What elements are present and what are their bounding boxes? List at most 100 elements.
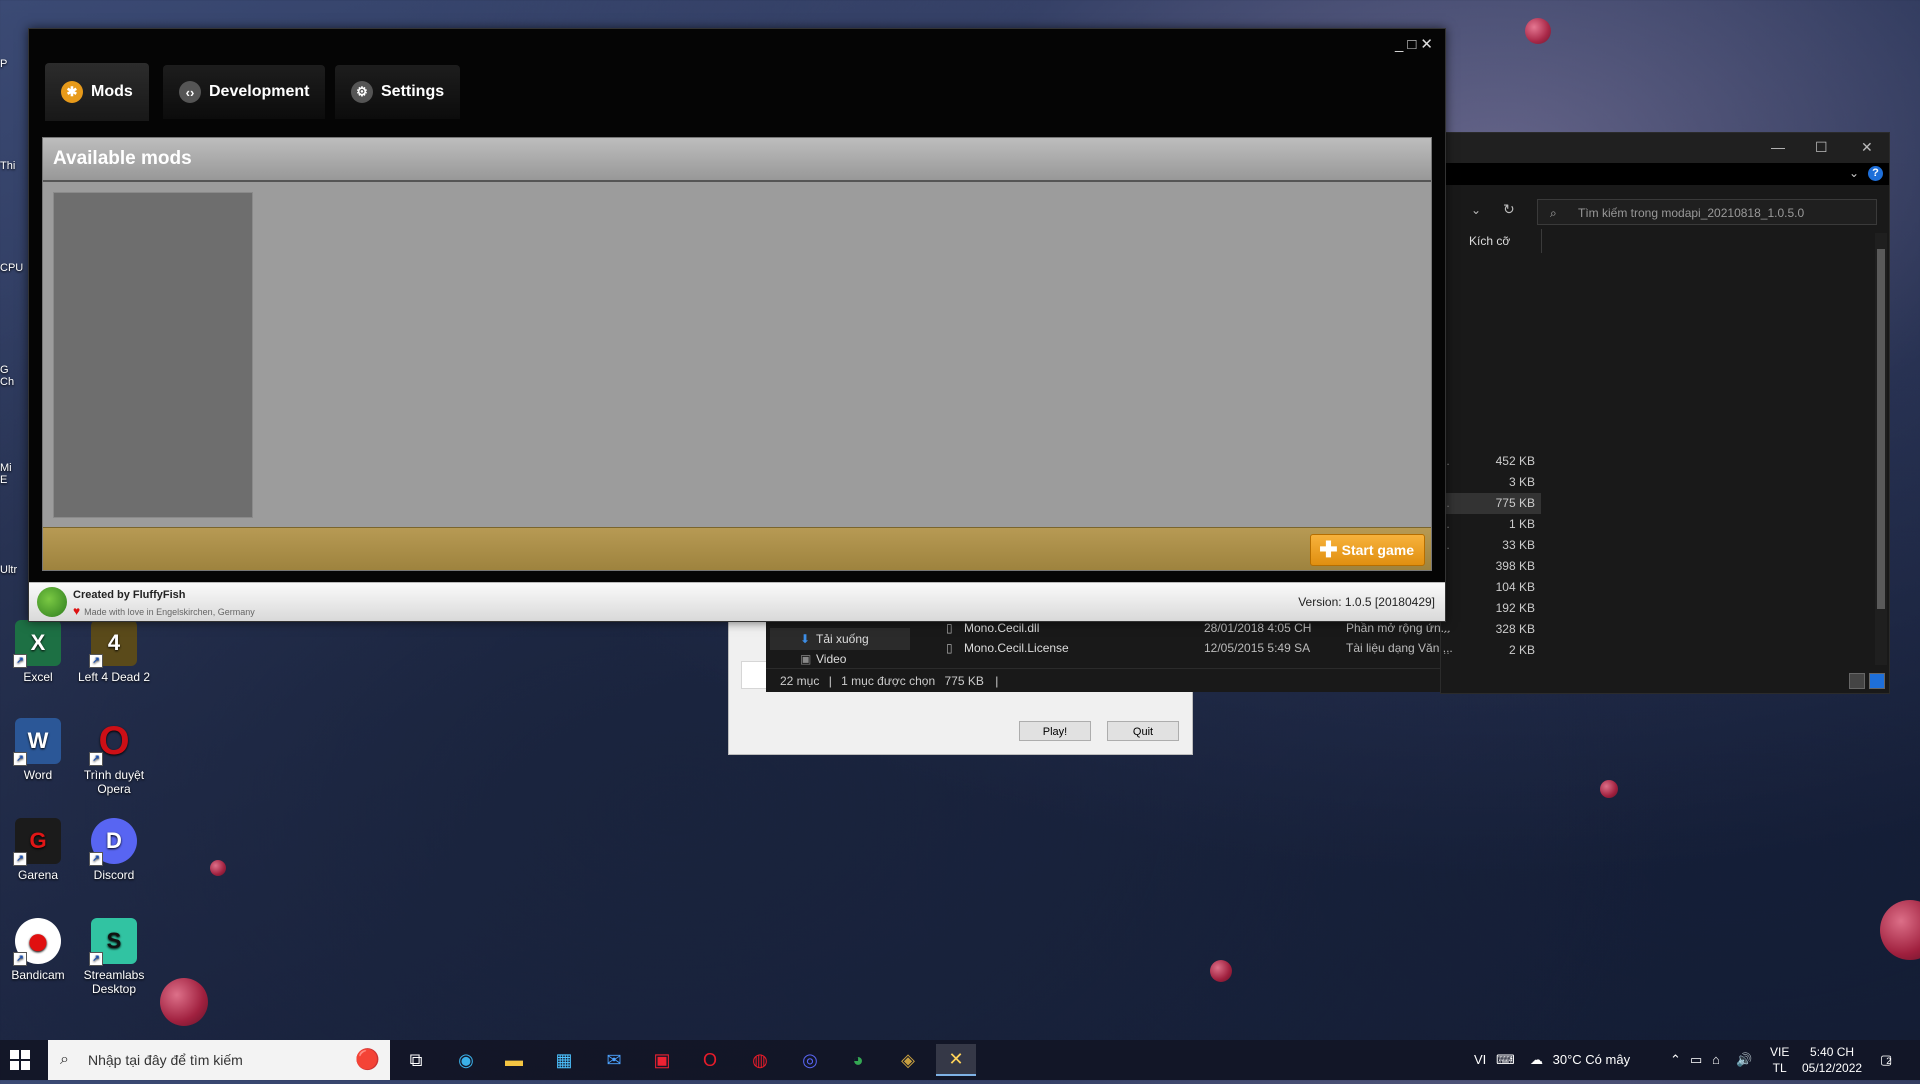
explorer-status-text: 22 mục | 1 mục được chọn 775 KB | — [766, 668, 1440, 692]
desktop-icon-label: Bandicam — [11, 968, 65, 982]
clock[interactable]: 5:40 CH 05/12/2022 — [1802, 1044, 1862, 1084]
desktop-icon-left4dead2[interactable]: 4 ↗ Left 4 Dead 2 — [76, 620, 152, 684]
desktop-icon-discord[interactable]: D ↗ Discord — [76, 818, 152, 882]
available-mods-panel: Available mods ✚ Start game — [42, 137, 1432, 571]
bg-bubble — [210, 860, 226, 876]
quit-button[interactable]: Quit — [1107, 721, 1179, 741]
refresh-icon[interactable]: ↻ — [1503, 201, 1515, 218]
code-icon: ‹› — [179, 81, 201, 103]
file-explorer-window: — ☐ ✕ ⌄ ? ⌄ ↻ ⌕ Tìm kiếm trong modapi_20… — [1440, 132, 1890, 694]
file-size[interactable]: .. 452 KB — [1441, 451, 1541, 472]
task-view-icon[interactable]: ⧉ — [396, 1044, 436, 1076]
desktop-icon-label: Discord — [93, 868, 135, 882]
notification-center-icon[interactable]: ▢2 — [1880, 1040, 1892, 1080]
mods-icon: ✱ — [61, 81, 83, 103]
network-icon[interactable]: ▭ — [1690, 1040, 1702, 1080]
created-by-text: Created by FluffyFish — [73, 589, 186, 601]
version-text: Version: 1.0.5 [20180429] — [1298, 595, 1435, 609]
edge-icon[interactable]: ◉ — [446, 1044, 486, 1076]
bg-bubble — [1525, 18, 1551, 44]
explorer-status-bar — [1441, 669, 1889, 693]
file-size-selected[interactable]: .. 775 KB — [1441, 493, 1541, 514]
desktop-icon-label: Word — [23, 768, 53, 782]
plus-icon: ✚ — [1319, 537, 1338, 562]
explorer-titlebar: — ☐ ✕ — [1441, 133, 1889, 163]
desktop-cut-label: CPU — [0, 262, 24, 274]
streamlabs-icon: S ↗ — [89, 918, 137, 966]
start-game-button[interactable]: ✚ Start game — [1310, 534, 1425, 566]
details-view-button[interactable] — [1849, 673, 1865, 689]
messenger-icon[interactable]: ◍ — [740, 1044, 780, 1076]
file-row[interactable]: ▯ Mono.Cecil.License 12/05/2015 5:49 SA … — [946, 638, 1546, 658]
nav-item-downloads[interactable]: ⬇ Tải xuống — [770, 628, 910, 650]
nav-item-video[interactable]: ▣ Video — [770, 650, 910, 668]
status-item-count: 22 mục — [780, 674, 820, 688]
clock-time: 5:40 CH — [1810, 1045, 1855, 1059]
tab-settings[interactable]: ⚙ Settings — [335, 65, 461, 119]
desktop-icon-label: Trình duyệt Opera — [83, 768, 145, 796]
desktop-icon-opera[interactable]: O ↗ Trình duyệt Opera — [76, 718, 152, 797]
discord-taskbar-icon[interactable]: ◎ — [790, 1044, 830, 1076]
taskbar-search-placeholder: Nhập tại đây để tìm kiếm — [88, 1052, 243, 1068]
file-type: Tài liệu dạng Văn ... — [1346, 641, 1453, 655]
explorer-search-input[interactable]: ⌕ Tìm kiếm trong modapi_20210818_1.0.5.0 — [1537, 199, 1877, 225]
language-indicator[interactable]: VIE TL — [1770, 1044, 1789, 1084]
vertical-scrollbar[interactable] — [1875, 233, 1887, 665]
file-explorer-icon[interactable]: ▬ — [494, 1044, 534, 1076]
mail-icon[interactable]: ✉ — [594, 1044, 634, 1076]
scrollbar-thumb[interactable] — [1877, 249, 1885, 609]
mod-launcher-taskbar-icon[interactable]: ✕ — [936, 1044, 976, 1076]
close-button[interactable]: ✕ — [1861, 139, 1873, 156]
column-separator[interactable] — [1541, 229, 1542, 253]
file-size[interactable]: .. 33 KB — [1441, 535, 1541, 556]
address-dropdown-icon[interactable]: ⌄ — [1471, 203, 1481, 217]
taskbar-search-input[interactable]: ⌕ Nhập tại đây để tìm kiếm 🔴 — [48, 1040, 390, 1080]
desktop-cut-label: Ultr — [0, 564, 18, 576]
file-size[interactable]: 192 KB — [1441, 598, 1541, 619]
file-size[interactable]: .. 1 KB — [1441, 514, 1541, 535]
show-hidden-icons-chevron-icon[interactable]: ⌃ — [1670, 1040, 1681, 1080]
panel-title: Available mods — [43, 138, 1431, 182]
column-header-size[interactable]: Kích cỡ — [1441, 229, 1542, 253]
bg-bubble — [1880, 900, 1920, 960]
opera-taskbar-icon[interactable]: O — [690, 1044, 730, 1076]
desktop-icon-word[interactable]: W ↗ Word — [0, 718, 76, 782]
heart-icon: ♥ — [73, 604, 81, 618]
desktop-icon-bandicam[interactable]: ● ↗ Bandicam — [0, 918, 76, 982]
mod-list[interactable] — [53, 192, 253, 518]
file-size[interactable]: 3 KB — [1441, 472, 1541, 493]
file-date: 12/05/2015 5:49 SA — [1204, 641, 1311, 655]
help-icon[interactable]: ? — [1868, 166, 1883, 181]
launcher-footer: Created by FluffyFish ♥ Made with love in… — [29, 582, 1445, 621]
large-icons-view-button[interactable] — [1869, 673, 1885, 689]
window-controls[interactable]: _□✕ — [1395, 35, 1437, 53]
game-launcher-icon[interactable]: ◈ — [888, 1044, 928, 1076]
minimize-button[interactable]: — — [1771, 139, 1785, 155]
file-size[interactable]: 398 KB — [1441, 556, 1541, 577]
nav-item-label: Tải xuống — [816, 632, 869, 646]
desktop-icon-excel[interactable]: X ↗ Excel — [0, 620, 76, 684]
input-indicator[interactable]: VI — [1474, 1040, 1486, 1080]
file-size[interactable]: 104 KB — [1441, 577, 1541, 598]
opera-icon: O ↗ — [89, 718, 137, 766]
weather-widget[interactable]: ☁ 30°C Có mây — [1530, 1040, 1630, 1080]
game-app-icon[interactable]: ▣ — [642, 1044, 682, 1076]
action-bar: ✚ Start game — [43, 527, 1431, 570]
video-icon: ▣ — [800, 652, 812, 666]
word-icon: W ↗ — [13, 718, 61, 766]
desktop-icon-garena[interactable]: G ↗ Garena — [0, 818, 76, 882]
store-icon[interactable]: ▦ — [544, 1044, 584, 1076]
tab-mods[interactable]: ✱ Mods — [45, 63, 149, 121]
tab-development[interactable]: ‹› Development — [163, 65, 326, 119]
expand-ribbon-icon[interactable]: ⌄ — [1849, 166, 1859, 180]
wifi-icon[interactable]: ⌂ — [1712, 1040, 1720, 1080]
volume-icon[interactable]: 🔊 — [1736, 1040, 1752, 1080]
download-icon: ⬇ — [800, 632, 811, 646]
maximize-button[interactable]: ☐ — [1815, 139, 1828, 156]
start-button[interactable] — [10, 1050, 30, 1070]
search-highlight-icon: 🔴 — [355, 1049, 380, 1071]
desktop-icon-streamlabs[interactable]: S ↗ Streamlabs Desktop — [76, 918, 152, 996]
chrome-icon[interactable]: ◕ — [838, 1044, 878, 1076]
keyboard-icon[interactable]: ⌨ — [1496, 1040, 1515, 1080]
play-button[interactable]: Play! — [1019, 721, 1091, 741]
